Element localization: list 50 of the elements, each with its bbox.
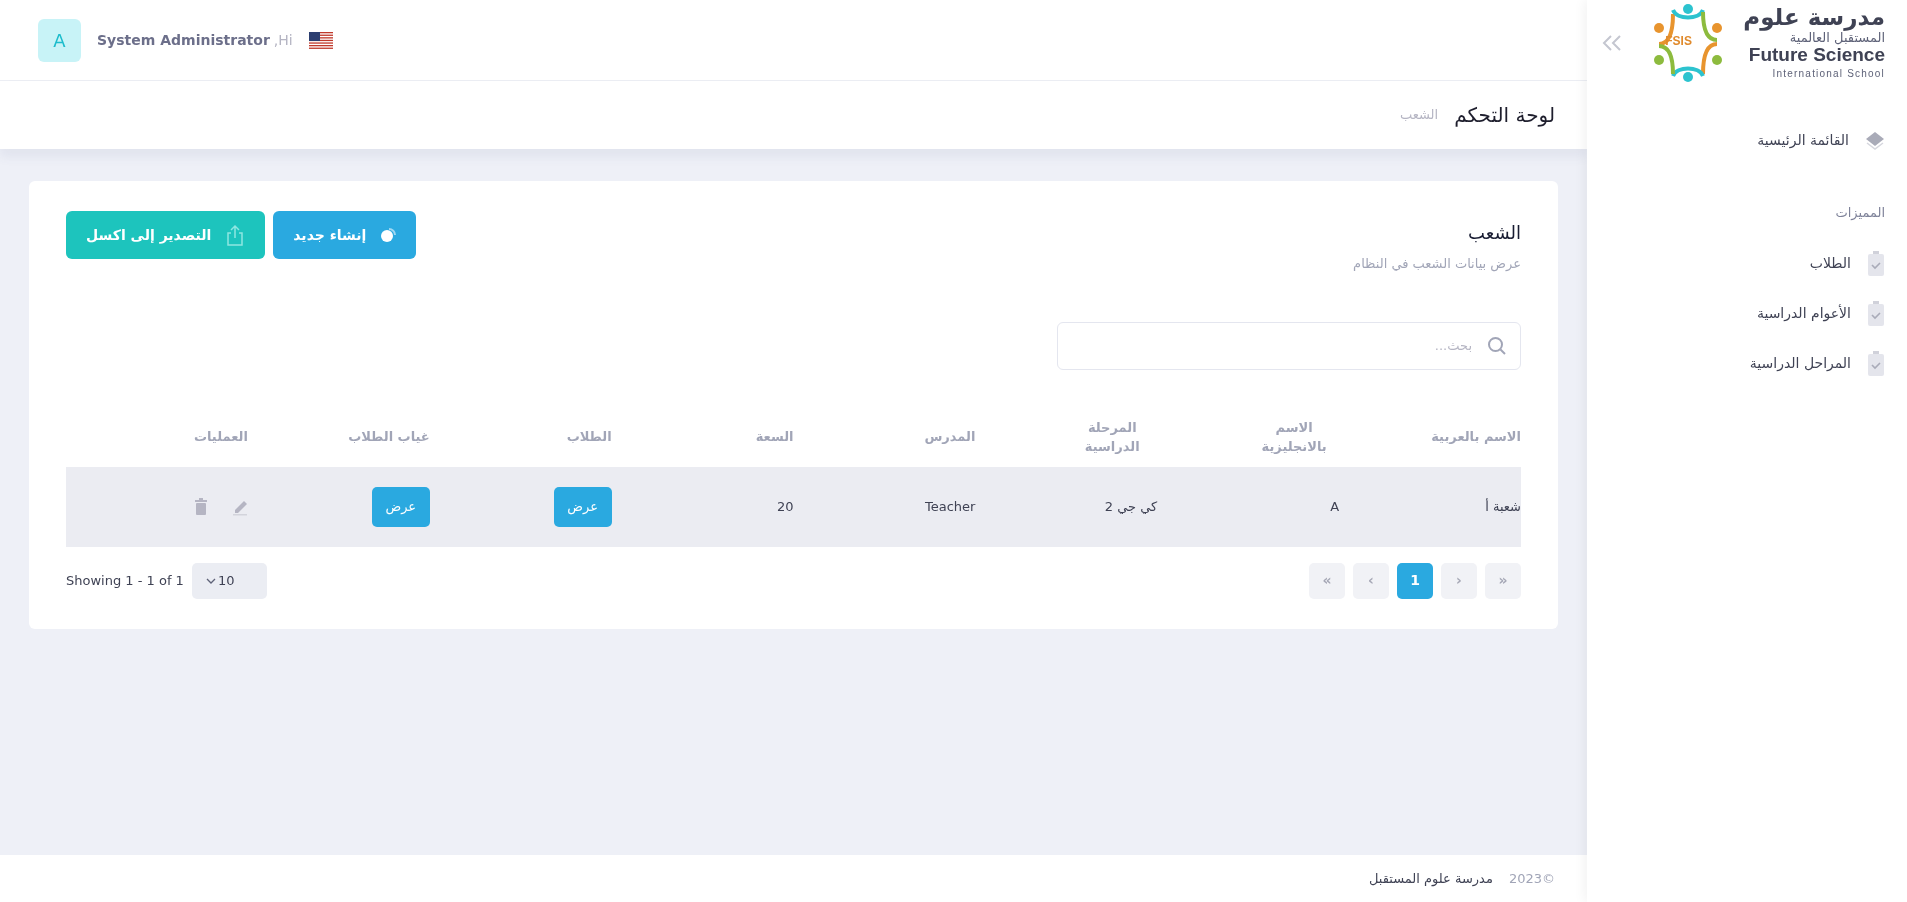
greeting: ,Hi — [273, 30, 293, 50]
table-cell: A — [1330, 498, 1340, 514]
table-cell: 20 — [776, 498, 794, 514]
clipboard-icon — [1867, 250, 1885, 277]
logo-text: المستقبل العالمية — [1789, 30, 1885, 45]
logo-text: International School — [1771, 66, 1885, 81]
clipboard-icon — [1867, 350, 1885, 377]
toggle-icon — [380, 227, 397, 243]
table-cell: شعبة أ — [1485, 498, 1521, 514]
collapse-icon[interactable] — [1601, 34, 1624, 52]
card-title: الشعب — [1467, 221, 1521, 245]
create-button[interactable]: إنشاء جديد — [273, 211, 417, 259]
menu-item[interactable]: القائمة الرئيسية — [1587, 122, 1885, 159]
export-button[interactable]: التصدير إلى اكسل — [66, 211, 266, 259]
footer-owner[interactable]: مدرسة علوم المستقبل — [1368, 868, 1493, 889]
upload-icon — [225, 224, 246, 246]
column-header: السعة — [755, 428, 794, 447]
search-field[interactable]: بحث... — [1057, 321, 1521, 370]
user-name: System Administrator — [97, 30, 270, 50]
logo-text: مدرسة علوم — [1743, 5, 1885, 31]
column-header: الاسم بالانجليزية — [1260, 418, 1328, 456]
column-header: المدرس — [924, 428, 976, 447]
column-header: غياب الطلاب — [348, 428, 430, 447]
page-title: لوحة التحكم — [1454, 102, 1555, 129]
trash-icon[interactable] — [193, 497, 208, 516]
view-button[interactable]: عرض — [371, 486, 430, 527]
logo-text: Future Science — [1747, 44, 1885, 66]
breadcrumb-item[interactable]: الشعب — [1399, 105, 1439, 125]
column-header: العمليات — [193, 428, 248, 447]
table-cell: كي جي 2 — [1104, 498, 1158, 514]
menu-item[interactable]: الأعوام الدراسية — [1587, 290, 1885, 341]
page-button[interactable]: 1 — [1397, 562, 1433, 599]
section-title: المميزات — [1834, 204, 1885, 222]
results-summary: Showing 1 - 1 of 1 — [66, 571, 184, 590]
flag-icon[interactable] — [308, 31, 333, 49]
view-button[interactable]: عرض — [553, 486, 612, 527]
layers-icon — [1865, 130, 1885, 151]
column-header: المرحلة الدراسية — [1083, 418, 1141, 456]
column-header: الطلاب — [566, 428, 612, 447]
copyright-year: ©2023 — [1508, 869, 1555, 888]
chevron-down-icon — [205, 577, 216, 584]
card-subtitle: عرض بيانات الشعب في النظام — [1353, 255, 1521, 274]
clipboard-icon — [1867, 300, 1885, 327]
column-header: الاسم بالعربية — [1431, 428, 1521, 447]
menu-item[interactable]: الطلاب — [1587, 240, 1885, 291]
search-icon — [1487, 335, 1507, 356]
menu-item[interactable]: المراحل الدراسية — [1587, 340, 1885, 391]
table-cell: Teacher — [924, 498, 976, 514]
page-size-select[interactable]: 10 — [191, 562, 267, 599]
user-avatar[interactable]: A — [38, 18, 81, 62]
